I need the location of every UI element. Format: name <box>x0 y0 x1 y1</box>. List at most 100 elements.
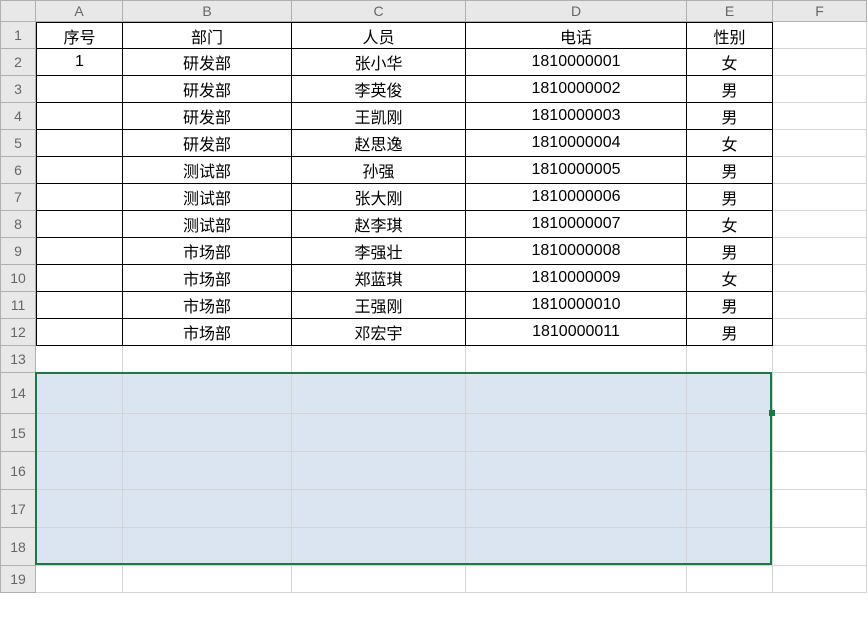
cell-D13[interactable] <box>466 346 687 373</box>
cell-B14[interactable] <box>123 373 292 414</box>
cell-C17[interactable] <box>292 490 466 528</box>
cell-B17[interactable] <box>123 490 292 528</box>
cell-F9[interactable] <box>773 238 867 265</box>
cell-D5[interactable]: 1810000004 <box>466 130 687 157</box>
row-header-11[interactable]: 11 <box>0 292 36 319</box>
row-header-7[interactable]: 7 <box>0 184 36 211</box>
cell-C1[interactable]: 人员 <box>292 22 466 49</box>
column-header-e[interactable]: E <box>687 0 773 22</box>
cell-C13[interactable] <box>292 346 466 373</box>
cell-E17[interactable] <box>687 490 773 528</box>
cell-C19[interactable] <box>292 566 466 593</box>
cell-D15[interactable] <box>466 414 687 452</box>
cell-F18[interactable] <box>773 528 867 566</box>
cell-A13[interactable] <box>36 346 123 373</box>
cell-B3[interactable]: 研发部 <box>123 76 292 103</box>
cell-F16[interactable] <box>773 452 867 490</box>
fill-handle[interactable] <box>769 410 775 416</box>
column-header-b[interactable]: B <box>123 0 292 22</box>
row-header-18[interactable]: 18 <box>0 528 36 566</box>
row-header-13[interactable]: 13 <box>0 346 36 373</box>
cell-F6[interactable] <box>773 157 867 184</box>
cell-F2[interactable] <box>773 49 867 76</box>
cell-C6[interactable]: 孙强 <box>292 157 466 184</box>
cell-D14[interactable] <box>466 373 687 414</box>
row-header-1[interactable]: 1 <box>0 22 36 49</box>
cell-C11[interactable]: 王强刚 <box>292 292 466 319</box>
cell-D6[interactable]: 1810000005 <box>466 157 687 184</box>
cell-C7[interactable]: 张大刚 <box>292 184 466 211</box>
column-header-a[interactable]: A <box>36 0 123 22</box>
row-header-2[interactable]: 2 <box>0 49 36 76</box>
cell-D11[interactable]: 1810000010 <box>466 292 687 319</box>
cell-B8[interactable]: 测试部 <box>123 211 292 238</box>
cell-F3[interactable] <box>773 76 867 103</box>
cell-E18[interactable] <box>687 528 773 566</box>
cell-E1[interactable]: 性别 <box>687 22 773 49</box>
cell-F1[interactable] <box>773 22 867 49</box>
cell-E2[interactable]: 女 <box>687 49 773 76</box>
cell-D3[interactable]: 1810000002 <box>466 76 687 103</box>
cell-E8[interactable]: 女 <box>687 211 773 238</box>
cell-F7[interactable] <box>773 184 867 211</box>
cell-E9[interactable]: 男 <box>687 238 773 265</box>
row-header-8[interactable]: 8 <box>0 211 36 238</box>
row-header-6[interactable]: 6 <box>0 157 36 184</box>
cell-A14[interactable] <box>36 373 123 414</box>
row-header-10[interactable]: 10 <box>0 265 36 292</box>
cell-E19[interactable] <box>687 566 773 593</box>
cell-B1[interactable]: 部门 <box>123 22 292 49</box>
cell-C18[interactable] <box>292 528 466 566</box>
cell-D12[interactable]: 1810000011 <box>466 319 687 346</box>
cell-E16[interactable] <box>687 452 773 490</box>
cell-E15[interactable] <box>687 414 773 452</box>
cell-F10[interactable] <box>773 265 867 292</box>
cell-D4[interactable]: 1810000003 <box>466 103 687 130</box>
cell-F17[interactable] <box>773 490 867 528</box>
cell-E7[interactable]: 男 <box>687 184 773 211</box>
cell-E10[interactable]: 女 <box>687 265 773 292</box>
cell-E11[interactable]: 男 <box>687 292 773 319</box>
cell-A12[interactable] <box>36 319 123 346</box>
cell-F8[interactable] <box>773 211 867 238</box>
cell-C9[interactable]: 李强壮 <box>292 238 466 265</box>
cell-D1[interactable]: 电话 <box>466 22 687 49</box>
cell-C2[interactable]: 张小华 <box>292 49 466 76</box>
cell-D9[interactable]: 1810000008 <box>466 238 687 265</box>
cell-B18[interactable] <box>123 528 292 566</box>
row-header-14[interactable]: 14 <box>0 373 36 414</box>
cell-C10[interactable]: 郑蓝琪 <box>292 265 466 292</box>
cell-C4[interactable]: 王凯刚 <box>292 103 466 130</box>
cell-B15[interactable] <box>123 414 292 452</box>
cell-A8[interactable] <box>36 211 123 238</box>
cell-E4[interactable]: 男 <box>687 103 773 130</box>
cell-B6[interactable]: 测试部 <box>123 157 292 184</box>
row-header-17[interactable]: 17 <box>0 490 36 528</box>
cell-B9[interactable]: 市场部 <box>123 238 292 265</box>
column-header-c[interactable]: C <box>292 0 466 22</box>
cell-C15[interactable] <box>292 414 466 452</box>
cell-A17[interactable] <box>36 490 123 528</box>
row-header-16[interactable]: 16 <box>0 452 36 490</box>
cell-E12[interactable]: 男 <box>687 319 773 346</box>
cell-E13[interactable] <box>687 346 773 373</box>
cell-E3[interactable]: 男 <box>687 76 773 103</box>
cell-F11[interactable] <box>773 292 867 319</box>
cell-B7[interactable]: 测试部 <box>123 184 292 211</box>
cell-A19[interactable] <box>36 566 123 593</box>
cell-A9[interactable] <box>36 238 123 265</box>
cell-B12[interactable]: 市场部 <box>123 319 292 346</box>
row-header-15[interactable]: 15 <box>0 414 36 452</box>
cell-A11[interactable] <box>36 292 123 319</box>
cell-F19[interactable] <box>773 566 867 593</box>
cell-F13[interactable] <box>773 346 867 373</box>
cell-A18[interactable] <box>36 528 123 566</box>
cell-C8[interactable]: 赵李琪 <box>292 211 466 238</box>
cell-A16[interactable] <box>36 452 123 490</box>
cell-F5[interactable] <box>773 130 867 157</box>
cell-F4[interactable] <box>773 103 867 130</box>
cell-A4[interactable] <box>36 103 123 130</box>
cell-B10[interactable]: 市场部 <box>123 265 292 292</box>
cell-A15[interactable] <box>36 414 123 452</box>
row-header-4[interactable]: 4 <box>0 103 36 130</box>
